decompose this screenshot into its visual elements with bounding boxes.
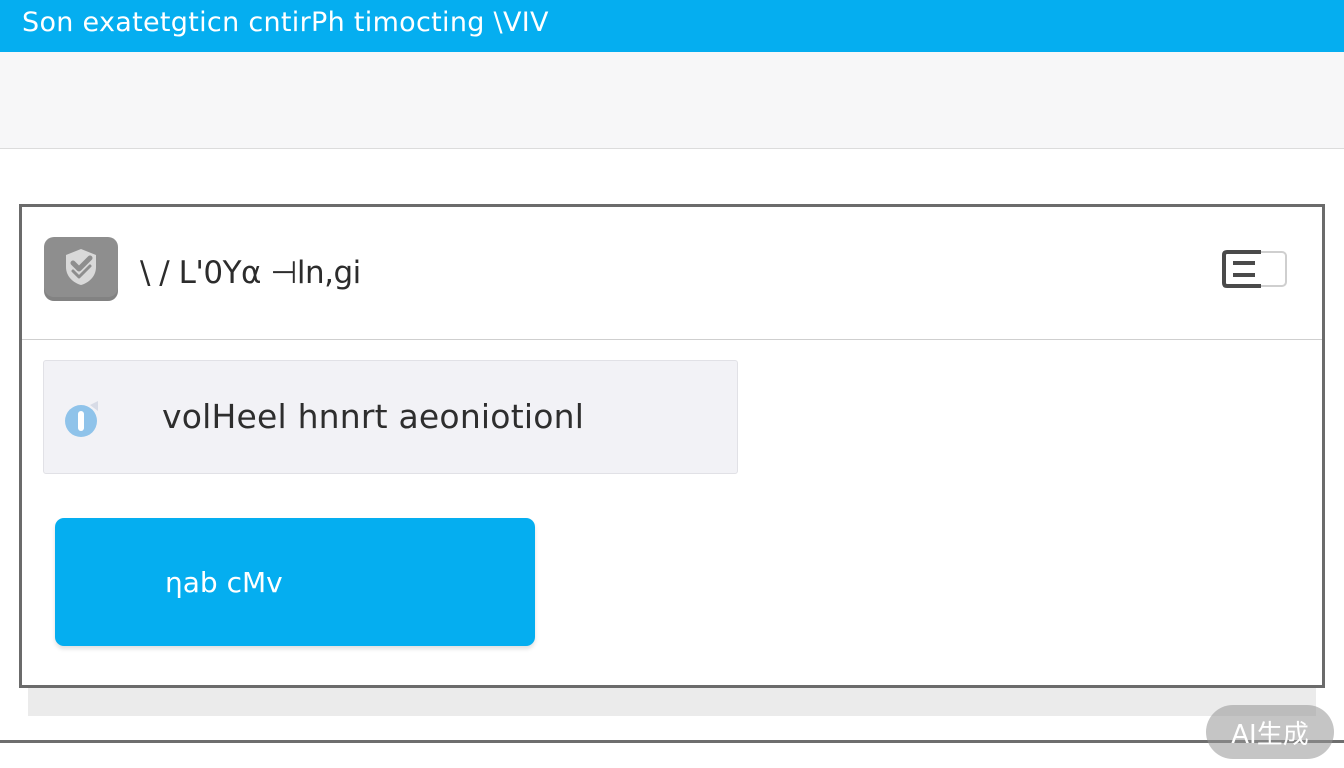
window-toggle-icon[interactable]	[1221, 249, 1289, 289]
title-bar: Son exatetgticn cntirPh timocting \VIV	[0, 0, 1344, 52]
window-title: Son exatetgticn cntirPh timocting \VIV	[22, 6, 549, 38]
card-shadow	[28, 686, 1316, 716]
dialog-card: \ / L'0Yα ⊣ln,gi volHeel hnnrt aeoniotio…	[19, 204, 1325, 688]
primary-button-label: ηab cMv	[165, 566, 283, 599]
primary-action-button[interactable]: ηab cMv	[55, 518, 535, 646]
notice-box: volHeel hnnrt aeoniotionl	[43, 360, 738, 474]
ai-generated-badge: AI生成	[1206, 705, 1334, 759]
notice-text: volHeel hnnrt aeoniotionl	[162, 397, 585, 436]
toolbar-strip	[0, 52, 1344, 149]
shield-check-icon	[44, 237, 118, 301]
bottom-divider	[0, 740, 1344, 743]
info-toggle-icon[interactable]	[64, 399, 100, 437]
card-header-label: \ / L'0Yα ⊣ln,gi	[140, 255, 361, 291]
card-header: \ / L'0Yα ⊣ln,gi	[22, 207, 1322, 340]
